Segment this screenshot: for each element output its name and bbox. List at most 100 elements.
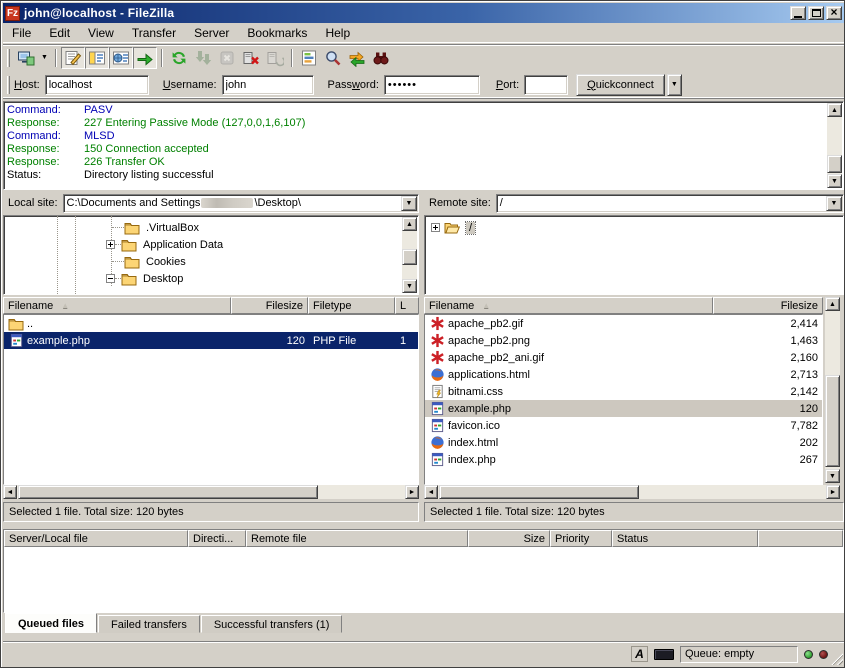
column-header-size[interactable]: Size [468, 530, 550, 547]
local-site-combo[interactable]: C:\Documents and Settings\Desktop\ ▼ [63, 194, 419, 213]
title-bar[interactable]: Fz john@localhost - FileZilla × [3, 3, 844, 23]
message-log-scrollbar[interactable]: ▲ ▼ [827, 103, 842, 188]
tab-successful-transfers[interactable]: Successful transfers (1) [201, 615, 343, 633]
maximize-button[interactable] [808, 6, 824, 20]
quickconnect-dropdown[interactable]: ▼ [667, 74, 682, 96]
column-header-direction[interactable]: Directi... [188, 530, 246, 547]
file-row[interactable]: favicon.ico 7,782 [425, 417, 822, 434]
menu-view[interactable]: View [79, 24, 123, 42]
reconnect-button[interactable] [263, 47, 287, 69]
menu-edit[interactable]: Edit [40, 24, 79, 42]
toggle-transfer-queue-button[interactable] [133, 47, 157, 69]
scroll-down-icon[interactable]: ▼ [825, 469, 840, 483]
tree-item-application-data[interactable]: Application Data [4, 236, 418, 253]
column-header-filetype[interactable]: Filetype [308, 297, 395, 314]
collapse-minus-icon[interactable] [106, 274, 115, 283]
data-type-indicator-icon[interactable]: A [631, 646, 648, 662]
scroll-down-icon[interactable]: ▼ [827, 174, 842, 188]
file-row-selected[interactable]: example.php 120 [425, 400, 822, 417]
scrollbar-thumb[interactable] [439, 485, 639, 499]
remote-list-vscrollbar[interactable]: ▲ ▼ [825, 297, 840, 483]
scrollbar-thumb[interactable] [827, 155, 842, 173]
tree-item-cookies[interactable]: Cookies [4, 253, 418, 270]
host-input[interactable] [45, 75, 149, 95]
quickconnect-button[interactable]: Quickconnect [576, 74, 665, 96]
find-files-button[interactable] [369, 47, 393, 69]
scrollbar-thumb[interactable] [18, 485, 318, 499]
compare-directories-button[interactable] [321, 47, 345, 69]
username-input[interactable] [222, 75, 314, 95]
scroll-right-icon[interactable]: ► [826, 485, 840, 499]
file-row[interactable]: bitnami.css 2,142 [425, 383, 822, 400]
scroll-down-icon[interactable]: ▼ [402, 279, 417, 293]
scroll-up-icon[interactable]: ▲ [402, 217, 417, 231]
scroll-up-icon[interactable]: ▲ [825, 297, 840, 311]
image-file-icon [429, 333, 445, 349]
local-list-hscrollbar[interactable]: ◄ ► [3, 485, 419, 499]
site-manager-dropdown[interactable]: ▼ [38, 47, 51, 69]
cancel-operation-button[interactable] [215, 47, 239, 69]
quickbar-grip[interactable] [7, 76, 10, 94]
file-row[interactable]: index.php 267 [425, 451, 822, 468]
column-header-priority[interactable]: Priority [550, 530, 612, 547]
scroll-left-icon[interactable]: ◄ [424, 485, 438, 499]
tab-failed-transfers[interactable]: Failed transfers [98, 615, 200, 633]
minimize-button[interactable] [790, 6, 806, 20]
scrollbar-thumb[interactable] [402, 249, 417, 265]
expand-plus-icon[interactable] [106, 240, 115, 249]
chevron-down-icon[interactable]: ▼ [826, 196, 842, 211]
close-button[interactable]: × [826, 6, 842, 20]
tree-item-desktop[interactable]: Desktop [4, 270, 418, 287]
column-header-filename[interactable]: Filename▲ [424, 297, 713, 314]
file-row[interactable]: apache_pb2.gif 2,414 [425, 315, 822, 332]
expand-plus-icon[interactable] [431, 223, 440, 232]
file-row[interactable]: .. [4, 315, 418, 332]
toggle-local-tree-button[interactable] [85, 47, 109, 69]
remote-site-combo[interactable]: / ▼ [496, 194, 844, 213]
tree-connector [112, 227, 124, 228]
column-header-remote-file[interactable]: Remote file [246, 530, 468, 547]
file-row[interactable]: apache_pb2.png 1,463 [425, 332, 822, 349]
file-row-selected[interactable]: example.php 120 PHP File 1 [4, 332, 418, 349]
site-manager-button[interactable] [14, 47, 38, 69]
tree-item-root[interactable]: / [425, 219, 843, 236]
chevron-down-icon[interactable]: ▼ [401, 196, 417, 211]
log-line: Status:Directory listing successful [4, 169, 843, 182]
scrollbar-thumb[interactable] [825, 375, 840, 467]
local-tree-scrollbar[interactable]: ▲ ▼ [402, 217, 417, 293]
column-header-status[interactable]: Status [612, 530, 758, 547]
menu-bookmarks[interactable]: Bookmarks [238, 24, 316, 42]
menu-transfer[interactable]: Transfer [123, 24, 185, 42]
process-queue-button[interactable] [191, 47, 215, 69]
toggle-message-log-button[interactable] [61, 47, 85, 69]
column-header-filesize[interactable]: Filesize [713, 297, 823, 314]
column-header-lastmodified[interactable]: L [395, 297, 419, 314]
file-row[interactable]: index.html 202 [425, 434, 822, 451]
toggle-remote-tree-button[interactable] [109, 47, 133, 69]
transfer-queue-icon [136, 49, 154, 67]
tree-item-virtualbox[interactable]: .VirtualBox [4, 219, 418, 236]
column-header-filename[interactable]: Filename▲ [3, 297, 231, 314]
synchronized-browsing-button[interactable] [345, 47, 369, 69]
menu-help[interactable]: Help [316, 24, 359, 42]
scroll-left-icon[interactable]: ◄ [3, 485, 17, 499]
remote-list-hscrollbar[interactable]: ◄ ► [424, 485, 840, 499]
menu-file[interactable]: File [3, 24, 40, 42]
password-input[interactable] [384, 75, 480, 95]
file-row[interactable]: applications.html 2,713 [425, 366, 822, 383]
file-row[interactable]: apache_pb2_ani.gif 2,160 [425, 349, 822, 366]
resize-grip[interactable] [830, 652, 843, 665]
port-input[interactable] [524, 75, 568, 95]
scroll-right-icon[interactable]: ► [405, 485, 419, 499]
menu-server[interactable]: Server [185, 24, 238, 42]
column-header-filesize[interactable]: Filesize [231, 297, 308, 314]
scroll-up-icon[interactable]: ▲ [827, 103, 842, 117]
column-header-server-local-file[interactable]: Server/Local file [4, 530, 188, 547]
ico-file-icon [429, 418, 445, 434]
disconnect-button[interactable] [239, 47, 263, 69]
directory-listing-filters-button[interactable] [297, 47, 321, 69]
speed-limit-indicator-icon[interactable] [654, 649, 674, 660]
tab-queued-files[interactable]: Queued files [5, 613, 97, 633]
refresh-button[interactable] [167, 47, 191, 69]
toolbar-grip[interactable] [7, 49, 10, 67]
